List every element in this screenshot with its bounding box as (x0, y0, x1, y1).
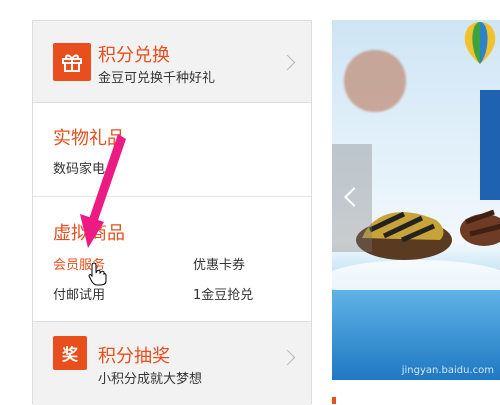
annotation-arrow-icon (80, 134, 126, 248)
hand-cursor-icon (88, 262, 107, 286)
